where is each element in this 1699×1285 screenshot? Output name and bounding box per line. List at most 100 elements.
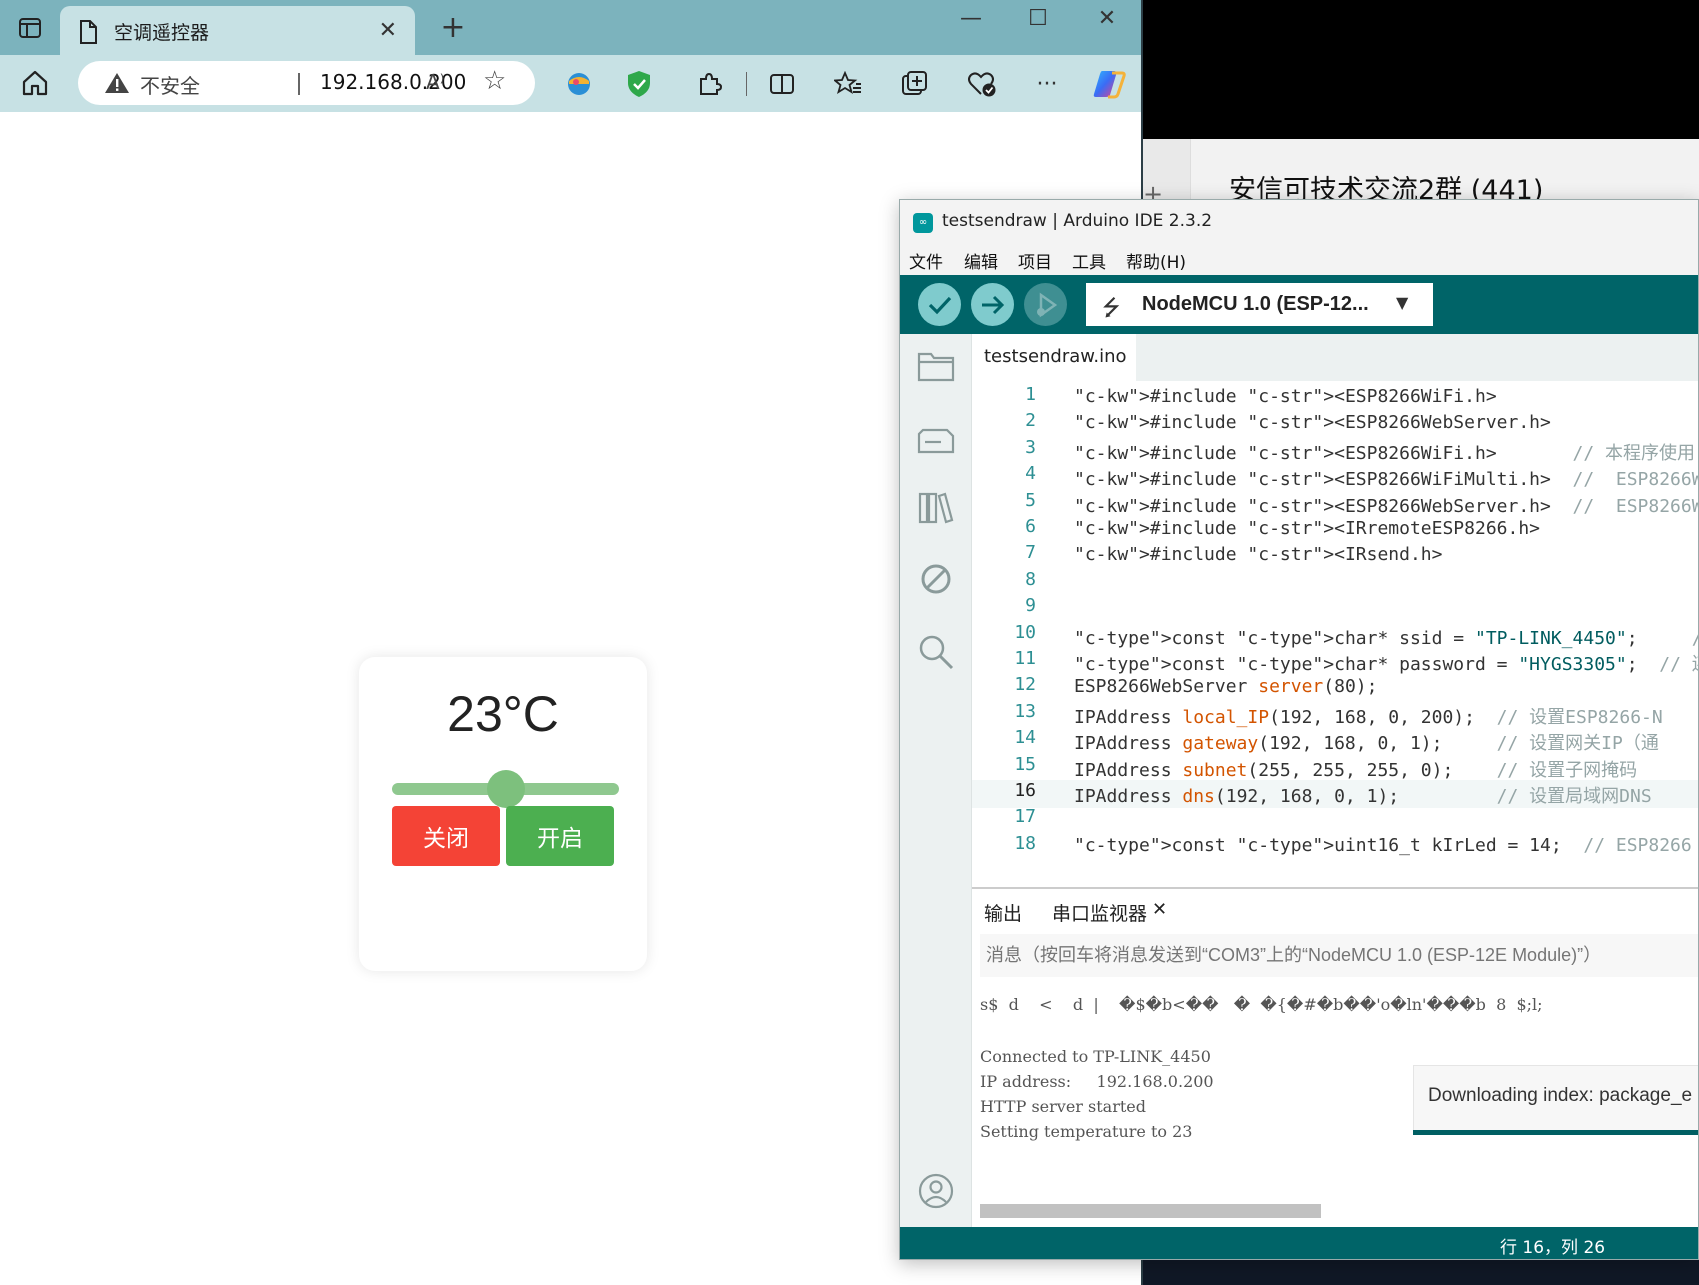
verify-button[interactable] (918, 283, 961, 326)
ide-toolbar: ⭍ NodeMCU 1.0 (ESP-12... ▼ (900, 275, 1698, 334)
tab-close-icon[interactable]: ✕ (379, 18, 397, 43)
download-progress-bar (1413, 1130, 1698, 1135)
ac-remote-card: 23°C 关闭 开启 (359, 657, 647, 971)
desktop-background (1143, 0, 1699, 139)
new-tab-button[interactable]: + (436, 10, 470, 45)
serial-message-input[interactable] (980, 934, 1698, 977)
power-off-button[interactable]: 关闭 (392, 806, 500, 866)
code-text: IPAddress subnet(255, 255, 255, 0); // 设… (1074, 759, 1638, 781)
code-line[interactable]: 11 "c-type">const "c-type">char* password… (972, 648, 1698, 676)
line-number: 2 (1025, 410, 1036, 432)
shield-extension-icon[interactable] (620, 65, 658, 103)
horizontal-scrollbar[interactable] (980, 1204, 1321, 1218)
collections-icon[interactable] (896, 65, 934, 103)
desktop-wallpaper-strip (1143, 1256, 1699, 1285)
address-bar[interactable]: 不安全 192.168.0.200 A⁾ ☆ (78, 61, 535, 105)
code-editor[interactable]: 1 "c-kw">#include "c-str"><ESP8266WiFi.h>… (972, 381, 1698, 887)
debug-disabled-icon[interactable] (914, 557, 958, 601)
code-line[interactable]: 16 IPAddress dns(192, 168, 0, 1); // 设置局域… (972, 780, 1698, 808)
tab-actions-button[interactable] (0, 0, 60, 55)
browser-toolbar: 不安全 192.168.0.200 A⁾ ☆ ··· (0, 55, 1141, 112)
code-line[interactable]: 7 "c-kw">#include "c-str"><IRsend.h> (972, 542, 1698, 570)
extension-colorful-icon[interactable] (560, 65, 598, 103)
code-text: "c-type">const "c-type">char* ssid = "TP… (1074, 627, 1698, 649)
serial-output-line: IP address: 192.168.0.200 (980, 1072, 1214, 1091)
read-aloud-icon[interactable]: A⁾ (426, 70, 445, 94)
ide-title-bar: ∞ testsendraw | Arduino IDE 2.3.2 (900, 200, 1698, 243)
code-line[interactable]: 13 IPAddress local_IP(192, 168, 0, 200); … (972, 700, 1698, 729)
library-manager-icon[interactable] (914, 486, 958, 530)
code-line[interactable]: 5 "c-kw">#include "c-str"><ESP8266WebServ… (972, 490, 1698, 518)
line-number: 9 (1025, 595, 1036, 617)
menu-help[interactable]: 帮助(H) (1126, 248, 1186, 273)
browser-tab-active[interactable]: 空调遥控器 ✕ (60, 6, 415, 55)
line-number: 8 (1025, 568, 1036, 590)
code-line[interactable]: 9 (972, 595, 1698, 623)
code-line[interactable]: 1 "c-kw">#include "c-str"><ESP8266WiFi.h> (972, 384, 1698, 412)
home-icon (22, 70, 48, 96)
upload-button[interactable] (971, 283, 1014, 326)
code-line[interactable]: 15 IPAddress subnet(255, 255, 255, 0); //… (972, 753, 1698, 782)
search-icon[interactable] (914, 630, 958, 674)
favorite-star-icon[interactable]: ☆ (483, 66, 506, 96)
code-line[interactable]: 2 "c-kw">#include "c-str"><ESP8266WebServ… (972, 410, 1698, 438)
split-screen-icon[interactable] (763, 65, 801, 103)
temperature-slider-thumb[interactable] (486, 770, 525, 808)
favorites-icon[interactable] (829, 65, 867, 103)
code-line[interactable]: 3 "c-kw">#include "c-str"><ESP8266WiFi.h>… (972, 437, 1698, 465)
checkmark-icon (928, 296, 951, 314)
maximize-button[interactable]: ☐ (1013, 6, 1063, 31)
code-line[interactable]: 14 IPAddress gateway(192, 168, 0, 1); // … (972, 727, 1698, 755)
line-number: 15 (1014, 753, 1036, 775)
download-notification-text: Downloading index: package_e (1428, 1085, 1693, 1106)
code-line[interactable]: 10 "c-type">const "c-type">char* ssid = "… (972, 621, 1698, 650)
board-selector[interactable]: ⭍ NodeMCU 1.0 (ESP-12... ▼ (1086, 283, 1433, 326)
power-on-button[interactable]: 开启 (506, 806, 614, 866)
download-notification: Downloading index: package_e (1413, 1065, 1698, 1133)
line-number: 6 (1025, 516, 1036, 537)
security-label[interactable]: 不安全 (140, 70, 200, 99)
ide-window-title: testsendraw | Arduino IDE 2.3.2 (942, 211, 1213, 231)
code-text: "c-type">const "c-type">char* password =… (1074, 654, 1698, 675)
tab-serial-monitor[interactable]: 串口监视器 (1052, 899, 1147, 926)
file-tab-testsendraw[interactable]: testsendraw.ino (972, 334, 1136, 381)
code-line[interactable]: 8 (972, 568, 1698, 597)
menu-edit[interactable]: 编辑 (964, 248, 998, 273)
menu-file[interactable]: 文件 (909, 248, 943, 273)
home-button[interactable] (20, 69, 50, 101)
menu-sketch[interactable]: 项目 (1018, 248, 1052, 273)
line-number: 13 (1014, 700, 1036, 722)
line-number: 10 (1014, 621, 1036, 643)
board-name: NodeMCU 1.0 (ESP-12... (1142, 293, 1369, 315)
menu-tools[interactable]: 工具 (1072, 248, 1106, 273)
extensions-puzzle-icon[interactable] (690, 65, 728, 103)
debug-button[interactable] (1024, 283, 1067, 326)
code-line[interactable]: 18 "c-type">const "c-type">uint16_t kIrLe… (972, 833, 1698, 861)
tab-title: 空调遥控器 (114, 22, 210, 44)
ide-sidebar (900, 334, 972, 1227)
close-window-button[interactable]: ✕ (1082, 6, 1132, 31)
copilot-icon[interactable] (1090, 65, 1128, 103)
code-line[interactable]: 12 ESP8266WebServer server(80); (972, 674, 1698, 702)
boards-manager-icon[interactable] (914, 418, 958, 462)
more-menu-icon[interactable]: ··· (1028, 65, 1066, 103)
profile-icon[interactable] (914, 1169, 958, 1213)
sketchbook-folder-icon[interactable] (914, 344, 958, 388)
browser-essentials-icon[interactable] (963, 65, 1001, 103)
code-text: IPAddress dns(192, 168, 0, 1); // 设置局域网D… (1074, 786, 1652, 807)
code-text: "c-kw">#include "c-str"><IRsend.h> (1074, 544, 1443, 566)
code-line[interactable]: 17 (972, 806, 1698, 834)
ide-menu-bar: 文件 编辑 项目 工具 帮助(H) (900, 243, 1698, 275)
code-text: "c-kw">#include "c-str"><ESP8266WebServe… (1074, 412, 1551, 434)
minimize-button[interactable]: — (946, 6, 996, 31)
line-number: 17 (1014, 806, 1036, 828)
code-line[interactable]: 4 "c-kw">#include "c-str"><ESP8266WiFiMul… (972, 463, 1698, 491)
tab-output[interactable]: 输出 (984, 899, 1022, 926)
arduino-ide-window: ∞ testsendraw | Arduino IDE 2.3.2 文件 编辑 … (899, 199, 1699, 1260)
close-serial-monitor-icon[interactable]: ✕ (1152, 899, 1167, 920)
code-text: "c-kw">#include "c-str"><ESP8266WiFi.h> … (1074, 442, 1696, 464)
code-line[interactable]: 6 "c-kw">#include "c-str"><IRremoteESP826… (972, 516, 1698, 544)
toolbar-separator (746, 72, 747, 96)
warning-icon (105, 73, 129, 93)
line-number: 16 (1014, 780, 1036, 801)
